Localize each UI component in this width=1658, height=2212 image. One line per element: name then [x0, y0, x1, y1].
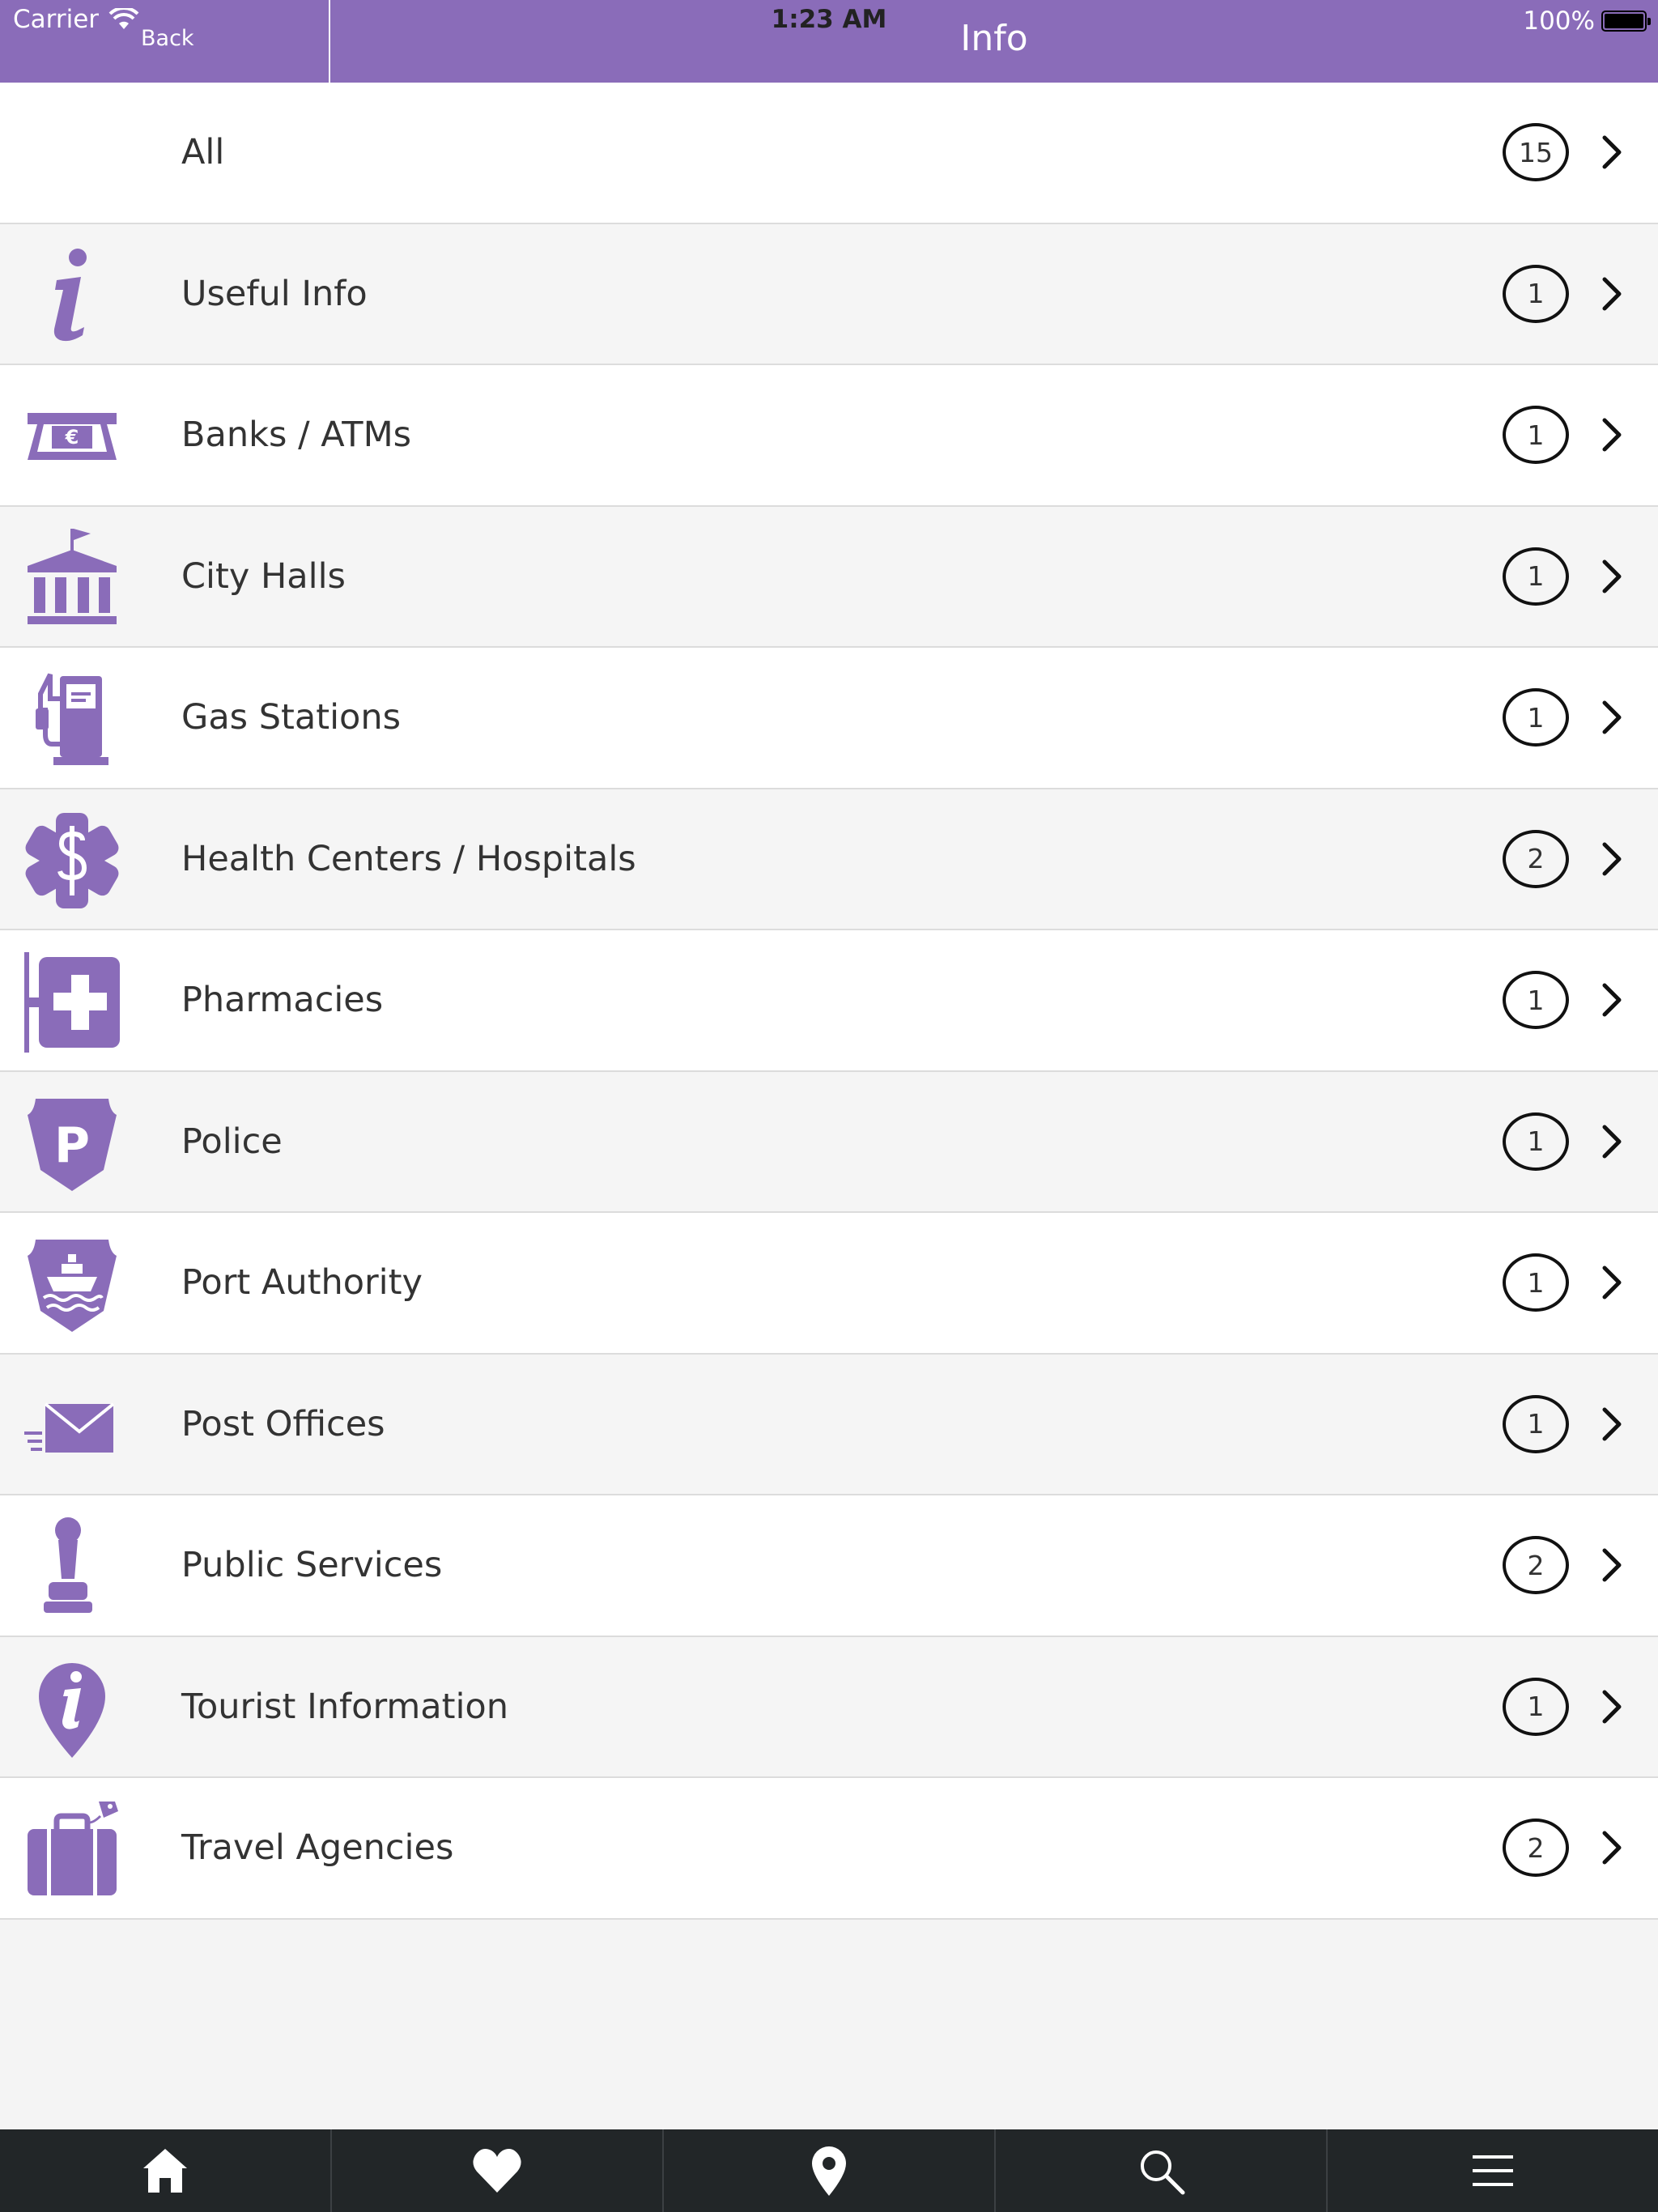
list-item-tourist-information[interactable]: Tourist Information 1	[0, 1636, 1658, 1778]
city-hall-icon	[18, 526, 126, 630]
envelope-icon	[18, 1374, 126, 1478]
count-badge: 15	[1503, 123, 1569, 182]
back-button[interactable]: Back	[0, 0, 330, 83]
list-item-label: Gas Stations	[181, 697, 402, 738]
tab-home[interactable]	[0, 2129, 332, 2212]
count-badge: 1	[1503, 971, 1569, 1030]
chevron-right-icon	[1602, 1831, 1622, 1865]
tab-map[interactable]	[664, 2129, 996, 2212]
chevron-right-icon	[1602, 1690, 1622, 1724]
chevron-right-icon	[1602, 983, 1622, 1017]
svg-text:P: P	[54, 1117, 90, 1174]
list-item-useful-info[interactable]: Useful Info 1	[0, 223, 1658, 365]
police-badge-icon: P	[18, 1091, 126, 1195]
count-badge: 1	[1503, 1253, 1569, 1312]
list-item-banks-atms[interactable]: € Banks / ATMs 1	[0, 365, 1658, 507]
chevron-right-icon	[1602, 135, 1622, 169]
info-pin-icon	[18, 1657, 126, 1760]
list-item-label: Travel Agencies	[181, 1827, 454, 1869]
list-item-travel-agencies[interactable]: Travel Agencies 2	[0, 1778, 1658, 1920]
back-label: Back	[141, 26, 194, 51]
count-badge: 1	[1503, 1677, 1569, 1736]
list-item-pharmacies[interactable]: Pharmacies 1	[0, 930, 1658, 1072]
rubber-stamp-icon	[18, 1515, 126, 1619]
list-item-label: Port Authority	[181, 1262, 423, 1304]
count-badge: 1	[1503, 1394, 1569, 1453]
tab-search[interactable]	[996, 2129, 1328, 2212]
list-item-label: All	[181, 132, 225, 173]
count-badge: 1	[1503, 264, 1569, 323]
list-item-label: Tourist Information	[181, 1686, 508, 1727]
count-badge: 1	[1503, 688, 1569, 747]
chevron-right-icon	[1602, 559, 1622, 593]
list-item-label: City Halls	[181, 555, 346, 597]
chevron-right-icon	[1602, 1407, 1622, 1441]
chevron-right-icon	[1602, 1266, 1622, 1300]
chevron-right-icon	[1602, 277, 1622, 311]
navigation-bar: Carrier 1:23 AM 100% Back Info	[0, 0, 1658, 83]
chevron-right-icon	[1602, 1548, 1622, 1582]
svg-text:€: €	[65, 426, 79, 449]
home-icon	[143, 2149, 187, 2193]
list-item-label: Banks / ATMs	[181, 415, 412, 456]
heart-icon	[473, 2149, 521, 2193]
chevron-right-icon	[1602, 1125, 1622, 1159]
map-pin-icon	[812, 2146, 846, 2196]
port-authority-badge-icon	[18, 1232, 126, 1336]
list-item-label: Post Offices	[181, 1403, 385, 1444]
list-item-all[interactable]: All 15	[0, 83, 1658, 224]
list-item-label: Pharmacies	[181, 980, 384, 1021]
list-item-public-services[interactable]: Public Services 2	[0, 1495, 1658, 1637]
category-list: All 15 Useful Info 1 € Banks / ATMs 1 Ci…	[0, 83, 1658, 1920]
count-badge: 1	[1503, 1112, 1569, 1171]
medical-star-icon	[18, 809, 126, 912]
count-badge: 1	[1503, 547, 1569, 606]
list-item-label: Health Centers / Hospitals	[181, 838, 636, 879]
list-item-post-offices[interactable]: Post Offices 1	[0, 1354, 1658, 1495]
pharmacy-sign-icon	[18, 950, 126, 1053]
count-badge: 2	[1503, 1536, 1569, 1595]
chevron-right-icon	[1602, 700, 1622, 734]
page-title: Info	[960, 18, 1028, 59]
list-item-label: Public Services	[181, 1545, 443, 1586]
count-badge: 2	[1503, 1819, 1569, 1878]
info-italic-icon	[18, 244, 126, 347]
chevron-right-icon	[1602, 842, 1622, 876]
list-item-port-authority[interactable]: Port Authority 1	[0, 1213, 1658, 1355]
list-item-label: Useful Info	[181, 273, 368, 314]
tab-menu[interactable]	[1328, 2129, 1658, 2212]
tab-bar	[0, 2129, 1658, 2212]
menu-icon	[1473, 2155, 1513, 2186]
count-badge: 2	[1503, 829, 1569, 888]
list-item-police[interactable]: P Police 1	[0, 1071, 1658, 1213]
suitcase-icon	[18, 1797, 126, 1901]
atm-euro-icon: €	[18, 385, 126, 488]
count-badge: 1	[1503, 406, 1569, 465]
list-item-label: Police	[181, 1121, 283, 1162]
gas-pump-icon	[18, 667, 126, 771]
search-icon	[1141, 2150, 1185, 2195]
tab-favorites[interactable]	[332, 2129, 664, 2212]
chevron-right-icon	[1602, 418, 1622, 452]
list-item-city-halls[interactable]: City Halls 1	[0, 506, 1658, 648]
list-item-gas-stations[interactable]: Gas Stations 1	[0, 648, 1658, 789]
list-item-health-centers[interactable]: Health Centers / Hospitals 2	[0, 789, 1658, 930]
